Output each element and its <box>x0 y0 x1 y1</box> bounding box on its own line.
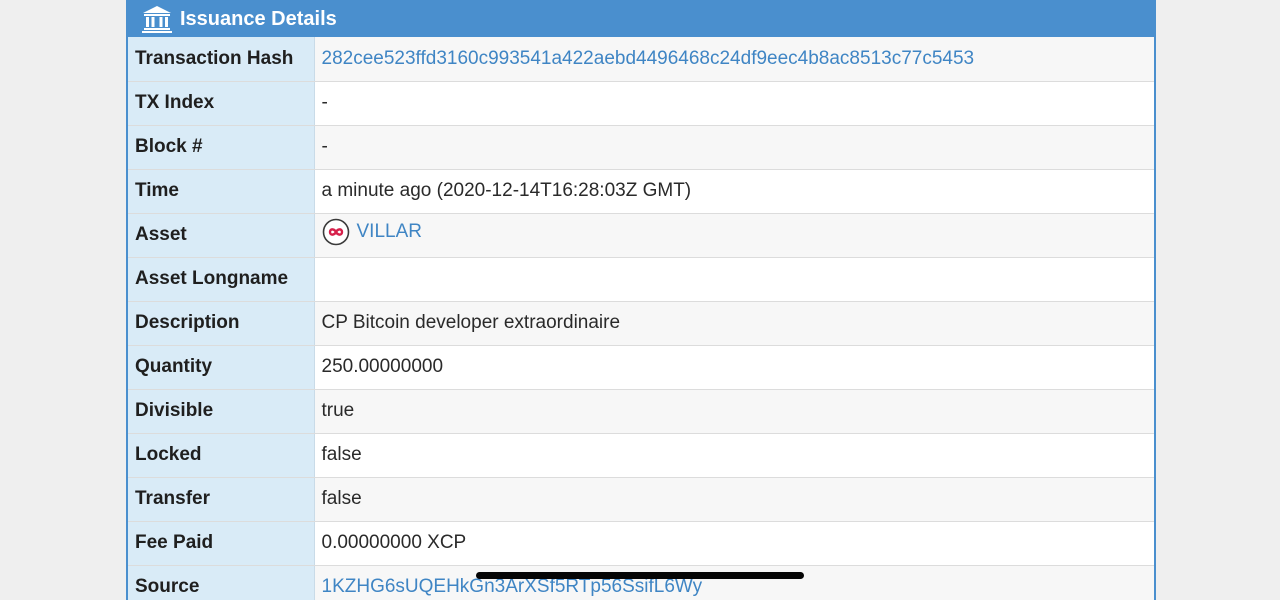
row-tx-index: TX Index - <box>128 81 1154 126</box>
issuance-details-panel: Issuance Details Transaction Hash 282cee… <box>126 0 1156 600</box>
source-address-link[interactable]: 1KZHG6sUQEHkGn3ArXSf5RTp56SsifL6Wy <box>322 576 703 597</box>
block-value: - <box>314 125 1154 170</box>
transfer-value: false <box>314 477 1154 522</box>
fee-paid-label: Fee Paid <box>128 521 315 566</box>
row-transaction-hash: Transaction Hash 282cee523ffd3160c993541… <box>128 37 1154 82</box>
transfer-label: Transfer <box>128 477 315 522</box>
asset-label: Asset <box>128 213 315 258</box>
row-asset: Asset VILLAR <box>128 213 1154 258</box>
row-time: Time a minute ago (2020-12-14T16:28:03Z … <box>128 169 1154 214</box>
description-label: Description <box>128 301 315 346</box>
panel-title: Issuance Details <box>180 7 337 30</box>
asset-longname-value <box>314 257 1154 302</box>
bank-icon <box>142 5 172 33</box>
row-asset-longname: Asset Longname <box>128 257 1154 302</box>
home-indicator-bar[interactable] <box>476 572 804 579</box>
locked-value: false <box>314 433 1154 478</box>
locked-label: Locked <box>128 433 315 478</box>
row-quantity: Quantity 250.00000000 <box>128 345 1154 390</box>
asset-longname-label: Asset Longname <box>128 257 315 302</box>
divisible-label: Divisible <box>128 389 315 434</box>
row-locked: Locked false <box>128 433 1154 478</box>
description-value: CP Bitcoin developer extraordinaire <box>314 301 1154 346</box>
transaction-hash-label: Transaction Hash <box>128 37 315 82</box>
tx-index-label: TX Index <box>128 81 315 126</box>
fee-paid-value: 0.00000000 XCP <box>314 521 1154 566</box>
row-source: Source 1KZHG6sUQEHkGn3ArXSf5RTp56SsifL6W… <box>128 565 1154 600</box>
asset-link[interactable]: VILLAR <box>357 221 422 243</box>
quantity-label: Quantity <box>128 345 315 390</box>
time-value: a minute ago (2020-12-14T16:28:03Z GMT) <box>314 169 1154 214</box>
row-transfer: Transfer false <box>128 477 1154 522</box>
divisible-value: true <box>314 389 1154 434</box>
block-label: Block # <box>128 125 315 170</box>
tx-index-value: - <box>314 81 1154 126</box>
row-fee-paid: Fee Paid 0.00000000 XCP <box>128 521 1154 566</box>
time-label: Time <box>128 169 315 214</box>
details-table: Transaction Hash 282cee523ffd3160c993541… <box>128 37 1154 600</box>
asset-infinity-icon[interactable] <box>322 218 350 246</box>
quantity-value: 250.00000000 <box>314 345 1154 390</box>
row-divisible: Divisible true <box>128 389 1154 434</box>
source-label: Source <box>128 565 315 600</box>
row-block: Block # - <box>128 125 1154 170</box>
row-description: Description CP Bitcoin developer extraor… <box>128 301 1154 346</box>
panel-header: Issuance Details <box>128 0 1154 37</box>
transaction-hash-link[interactable]: 282cee523ffd3160c993541a422aebd4496468c2… <box>322 48 975 69</box>
